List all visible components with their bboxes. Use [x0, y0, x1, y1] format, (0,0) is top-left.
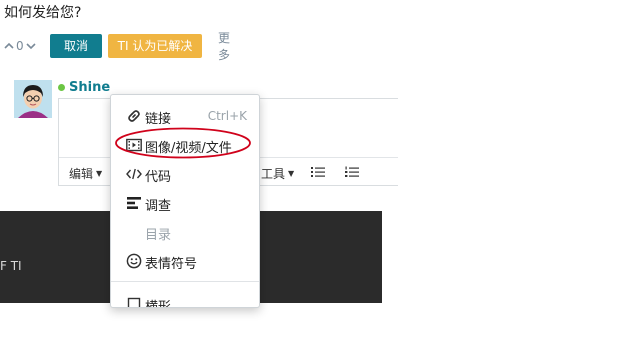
action-row: 0 取消 TI 认为已解决 更多	[4, 31, 230, 62]
menu-item-label: 图像/视频/文件	[145, 141, 232, 156]
code-icon	[125, 166, 143, 182]
menu-item-label: 链接	[145, 112, 172, 127]
edit-menu[interactable]: 编辑 ▼	[69, 165, 102, 182]
menu-item-code[interactable]: 代码	[111, 161, 259, 187]
vote-control: 0	[4, 39, 48, 53]
menu-item-label: 表情符号	[145, 257, 198, 272]
insert-dropdown-menu: 链接 Ctrl+K 图像/视频/文件 代码 调查 目录 表情符号 横形	[110, 94, 260, 308]
link-icon	[125, 108, 143, 124]
chevron-down-icon: ▼	[96, 169, 103, 178]
upvote-icon[interactable]	[4, 42, 14, 50]
menu-item-shortcut: Ctrl+K	[207, 109, 247, 123]
tools-menu[interactable]: 工具 ▼	[261, 165, 294, 182]
menu-item-emoji[interactable]: 表情符号	[111, 248, 259, 274]
poll-icon	[125, 195, 143, 211]
question-title: 如何发给您?	[4, 5, 82, 21]
menu-item-label: 调查	[145, 199, 172, 214]
chevron-down-icon: ▼	[288, 169, 295, 178]
media-icon	[125, 137, 143, 153]
more-link[interactable]: 更多	[218, 29, 230, 63]
downvote-icon[interactable]	[26, 42, 36, 50]
bullet-list-icon[interactable]	[311, 166, 325, 178]
cancel-button[interactable]: 取消	[50, 34, 102, 58]
menu-item-toc: 目录	[111, 219, 259, 245]
online-status-dot	[58, 84, 65, 91]
numbered-list-icon[interactable]	[345, 166, 359, 178]
menu-item-media[interactable]: 图像/视频/文件	[111, 132, 259, 158]
dark-panel-text: F TI	[0, 259, 22, 273]
vote-count: 0	[16, 39, 24, 53]
menu-item-label: 代码	[145, 170, 172, 185]
menu-item-checkbox[interactable]: 横形	[111, 291, 259, 308]
user-name[interactable]: Shine	[58, 80, 110, 95]
avatar	[14, 80, 52, 118]
menu-divider	[111, 281, 259, 282]
resolve-button[interactable]: TI 认为已解决	[108, 34, 202, 58]
edit-menu-label: 编辑	[69, 167, 94, 181]
user-name-label: Shine	[69, 80, 111, 95]
menu-item-label: 目录	[145, 228, 172, 243]
tools-menu-label: 工具	[261, 167, 286, 181]
menu-item-label: 横形	[145, 300, 172, 308]
checkbox-icon	[125, 296, 143, 307]
smiley-icon	[125, 253, 143, 269]
menu-item-poll[interactable]: 调查	[111, 190, 259, 216]
menu-item-link[interactable]: 链接 Ctrl+K	[111, 103, 259, 129]
